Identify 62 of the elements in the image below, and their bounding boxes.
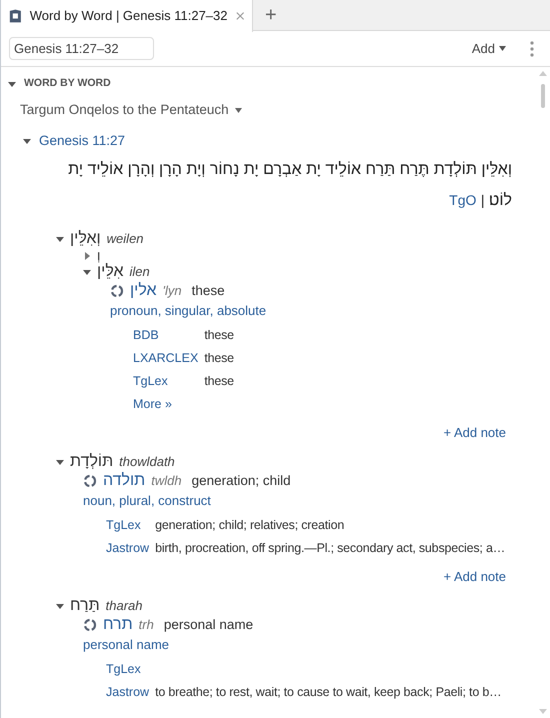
caret-down-icon [499, 46, 506, 51]
lemma-ring-icon [83, 474, 97, 488]
lexicon-link[interactable]: TgLex [106, 658, 150, 681]
lexicon-gloss: these [204, 350, 235, 367]
word-transliteration: thowldath [119, 453, 175, 472]
caret-down-icon[interactable] [56, 235, 64, 243]
word-hebrew[interactable]: תַּרַח [70, 598, 100, 614]
word-transliteration: weilen [106, 230, 144, 248]
lemma-hebrew[interactable]: תרח [103, 617, 133, 633]
word-hebrew[interactable]: וְ [97, 249, 100, 262]
add-note-link[interactable]: + Add note [443, 566, 506, 588]
more-options-icon[interactable] [530, 40, 534, 56]
lexicon-gloss: to breathe; to rest, wait; to cause to wait, keep back; Paeli; to b… [155, 684, 502, 701]
add-menu-button[interactable]: Add [472, 38, 506, 58]
lemma-gloss: these [192, 282, 225, 300]
lemma-transliteration: 'lyn [162, 282, 182, 300]
more-link[interactable]: More » [133, 393, 198, 416]
lexicon-link[interactable]: TgLex [133, 370, 198, 393]
lexicon-link[interactable]: TgLex [106, 514, 150, 537]
lexicon-gloss: birth, procreation, off spring.—Pl.; secondary act, subspecies; a… [155, 540, 506, 557]
lemma-transliteration: trh [138, 616, 154, 634]
lexicon-link[interactable]: LXARCLEX [133, 347, 198, 370]
caret-down-icon[interactable] [83, 268, 91, 276]
lexicon-link[interactable]: Jastrow [106, 537, 150, 560]
lemma-hebrew[interactable]: אלין [130, 283, 157, 299]
caret-down-icon [234, 108, 242, 112]
caret-down-icon[interactable] [56, 458, 64, 466]
lexicon-gloss: these [204, 327, 235, 344]
morphology-link[interactable]: personal name [83, 635, 169, 655]
passage-reference[interactable]: Genesis 11:27 [39, 130, 126, 152]
word-hebrew[interactable]: תּוֹלְדָת [70, 454, 114, 470]
lemma-transliteration: twldh [151, 472, 182, 490]
lexicon-link[interactable]: BDB [133, 324, 198, 347]
morphology-link[interactable]: pronoun, singular, absolute [110, 301, 266, 321]
word-transliteration: tharah [106, 597, 143, 616]
word-transliteration: ilen [130, 263, 150, 282]
lexicon-link[interactable]: Jastrow [106, 681, 150, 704]
document-tab[interactable]: Word by Word | Genesis 11:27–32 [1, 0, 253, 32]
document-icon [9, 8, 22, 24]
scroll-thumb[interactable] [541, 84, 545, 108]
caret-down-icon[interactable] [23, 137, 31, 145]
lexicon-gloss: generation; child; relatives; creation [155, 517, 346, 534]
caret-down-icon[interactable] [56, 602, 64, 610]
lexicon-gloss: these [204, 373, 235, 390]
lemma-gloss: generation; child [192, 472, 291, 490]
close-icon[interactable] [236, 11, 244, 21]
lemma-ring-icon [110, 284, 124, 298]
lemma-hebrew[interactable]: תולדה [103, 473, 146, 489]
word-hebrew[interactable]: אִלֵּין [97, 264, 124, 280]
source-link[interactable]: TgO [449, 192, 476, 208]
lemma-ring-icon [83, 618, 97, 632]
add-note-link[interactable]: + Add note [443, 422, 506, 444]
reference-field[interactable]: Genesis 11:27–32 [9, 37, 154, 60]
lemma-gloss: personal name [164, 616, 254, 634]
caret-right-icon[interactable] [83, 252, 91, 260]
section-heading: WORD BY WORD [24, 76, 111, 92]
resource-selector[interactable]: Targum Onqelos to the Pentateuch [20, 100, 242, 120]
morphology-link[interactable]: noun, plural, construct [83, 491, 211, 511]
caret-down-icon[interactable] [8, 80, 16, 88]
word-hebrew[interactable]: וְאִלֵּין [70, 231, 101, 247]
new-tab-button[interactable]: + [253, 0, 289, 30]
tab-title: Word by Word | Genesis 11:27–32 [30, 7, 228, 26]
